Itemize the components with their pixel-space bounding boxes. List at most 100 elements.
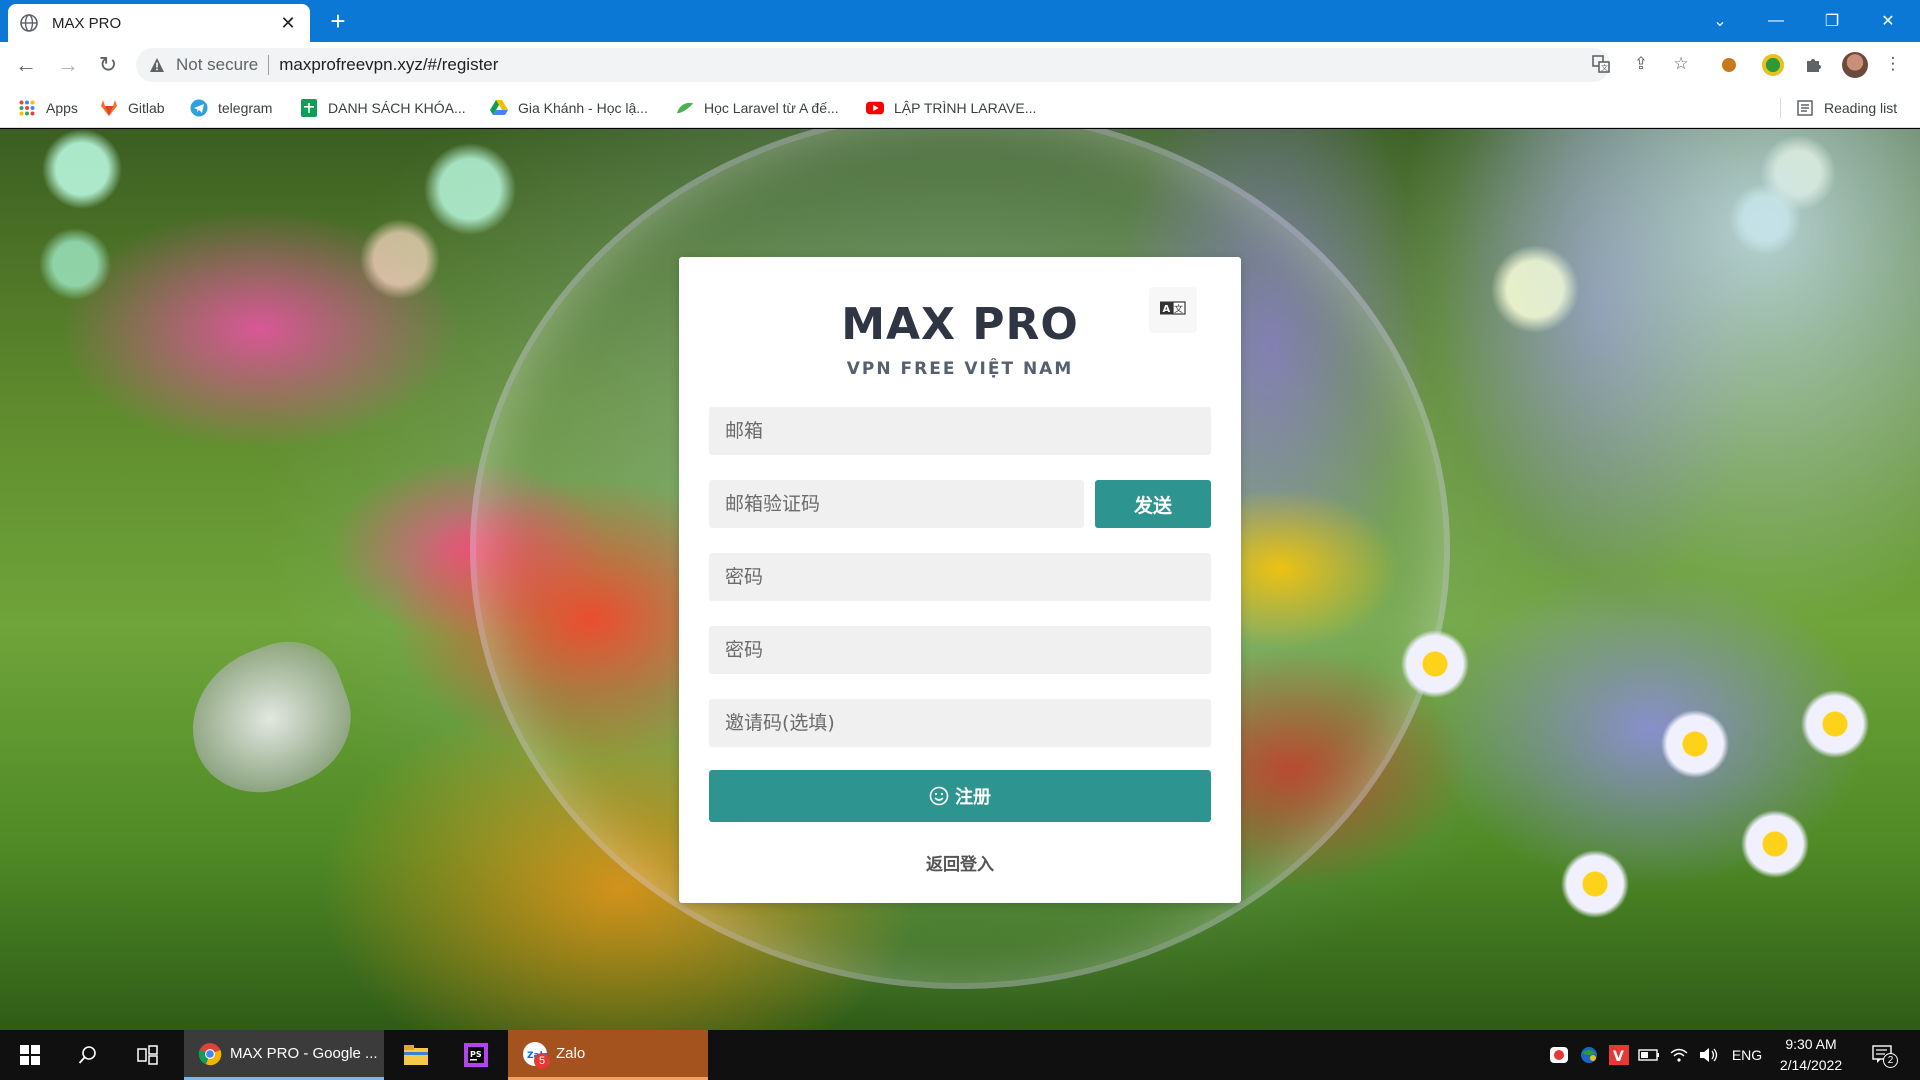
email-code-field[interactable] [709, 480, 1084, 528]
reload-button[interactable]: ↻ [94, 51, 122, 79]
background-flower [1800, 689, 1870, 759]
bookmark-gitlab[interactable]: Gitlab [100, 88, 165, 128]
start-button[interactable] [0, 1030, 60, 1080]
taskbar-zalo[interactable]: Zalo 5 Zalo [508, 1030, 708, 1080]
security-status: Not secure [176, 55, 259, 74]
phpstorm-icon: PS [464, 1043, 488, 1067]
reading-list-icon [1796, 99, 1814, 117]
extension-globe-icon[interactable] [1762, 54, 1784, 76]
forward-button[interactable]: → [54, 51, 82, 79]
tab-search-icon[interactable]: ⌄ [1692, 0, 1748, 42]
bookmark-label: LẬP TRÌNH LARAVE... [894, 100, 1037, 116]
bookmarks-bar: Apps Gitlab telegram DANH SÁCH KHÓA... G… [0, 88, 1920, 128]
address-bar[interactable]: Not secure maxprofreevpn.xyz/#/register [136, 48, 1610, 82]
clock-time: 9:30 AM [1785, 1036, 1837, 1052]
taskbar-chrome[interactable]: MAX PRO - Google ... [184, 1030, 384, 1080]
globe-icon [20, 14, 38, 32]
reading-list-label: Reading list [1824, 100, 1898, 116]
password-field[interactable] [709, 553, 1211, 601]
tray-antivirus-icon[interactable]: V [1608, 1044, 1630, 1066]
notification-icon: 2 [1872, 1045, 1898, 1068]
task-view-button[interactable] [122, 1030, 174, 1080]
chrome-icon [198, 1042, 222, 1066]
system-clock[interactable]: 9:30 AM 2/14/2022 [1766, 1034, 1856, 1076]
language-switch-button[interactable]: A 文 [1149, 287, 1197, 333]
translate-icon[interactable]: 文 [1590, 53, 1612, 75]
close-tab-icon[interactable]: ✕ [278, 13, 298, 34]
profile-avatar[interactable] [1842, 52, 1868, 78]
taskbar-app-label: Zalo [556, 1045, 586, 1062]
minimize-button[interactable]: — [1748, 0, 1804, 42]
email-field[interactable] [709, 407, 1211, 455]
volume-icon[interactable] [1698, 1044, 1720, 1066]
restore-button[interactable]: ❐ [1804, 0, 1860, 42]
bookmark-label: Gia Khánh - Học lậ... [518, 100, 648, 116]
bookmark-label: Học Laravel từ A đế... [704, 100, 839, 116]
phpstorm-button[interactable]: PS [450, 1030, 502, 1080]
telegram-icon [190, 99, 208, 117]
tray-app-icon[interactable] [1548, 1044, 1570, 1066]
invite-code-field[interactable] [709, 699, 1211, 747]
close-window-button[interactable]: ✕ [1860, 0, 1916, 42]
share-icon[interactable]: ⇪ [1630, 53, 1652, 75]
url-text[interactable]: maxprofreevpn.xyz/#/register [279, 55, 498, 75]
bookmark-label: Apps [46, 100, 78, 116]
search-button[interactable] [62, 1030, 114, 1080]
youtube-icon [866, 99, 884, 117]
notification-count-badge: 2 [1883, 1053, 1898, 1068]
register-card: MAX PRO VPN FREE VIỆT NAM A 文 发送 注册 返回登入 [679, 257, 1241, 903]
send-code-button[interactable]: 发送 [1095, 480, 1211, 528]
bookmark-hoc-laravel[interactable]: Học Laravel từ A đế... [676, 88, 839, 128]
svg-text:PS: PS [470, 1050, 482, 1059]
bookmark-label: telegram [218, 100, 273, 116]
file-explorer-button[interactable] [390, 1030, 442, 1080]
back-button[interactable]: ← [12, 51, 40, 79]
warning-icon[interactable] [148, 56, 166, 74]
browser-tab[interactable]: MAX PRO ✕ [8, 4, 310, 42]
task-view-icon [137, 1045, 158, 1065]
windows-taskbar: MAX PRO - Google ... PS Zalo 5 Zalo V EN… [0, 1030, 1920, 1080]
svg-text:文: 文 [1174, 303, 1183, 315]
reading-list-button[interactable]: Reading list [1796, 88, 1897, 128]
wifi-icon[interactable] [1668, 1044, 1690, 1066]
page-subtitle: VPN FREE VIỆT NAM [846, 359, 1074, 379]
google-sheets-icon [300, 99, 318, 117]
input-language[interactable]: ENG [1730, 1044, 1764, 1066]
extensions-puzzle-icon[interactable] [1802, 53, 1824, 75]
register-button[interactable]: 注册 [709, 770, 1211, 822]
zalo-icon: Zalo 5 [522, 1041, 550, 1069]
register-label: 注册 [955, 787, 991, 808]
google-drive-icon [490, 99, 508, 117]
bookmark-telegram[interactable]: telegram [190, 88, 272, 128]
back-to-login-link[interactable]: 返回登入 [679, 850, 1241, 875]
background-butterfly [170, 625, 370, 813]
background-flower [1740, 809, 1810, 879]
background-flower [1400, 629, 1470, 699]
bookmark-star-icon[interactable]: ☆ [1670, 53, 1692, 75]
bookmark-gia-khanh[interactable]: Gia Khánh - Học lậ... [490, 88, 648, 128]
tray-globe-icon[interactable] [1578, 1044, 1600, 1066]
bookmark-apps[interactable]: Apps [18, 88, 78, 128]
notification-center-button[interactable]: 2 [1868, 1044, 1898, 1068]
background-flower [1560, 849, 1630, 919]
taskbar-app-label: MAX PRO - Google ... [230, 1045, 378, 1062]
extension-cookie-icon[interactable] [1722, 58, 1736, 72]
confirm-password-field[interactable] [709, 626, 1211, 674]
bookmark-danh-sach[interactable]: DANH SÁCH KHÓA... [300, 88, 466, 128]
browser-toolbar: ← → ↻ Not secure maxprofreevpn.xyz/#/reg… [0, 42, 1920, 88]
gitlab-icon [100, 99, 118, 117]
menu-kebab-icon[interactable]: ⋮ [1882, 53, 1904, 75]
folder-icon [404, 1045, 428, 1065]
divider [1780, 98, 1781, 118]
svg-text:A: A [1163, 304, 1171, 315]
bookmark-lap-trinh-laravel[interactable]: LẬP TRÌNH LARAVE... [866, 88, 1036, 128]
new-tab-button[interactable]: + [324, 8, 352, 36]
tab-title: MAX PRO [52, 14, 122, 32]
leaf-icon [676, 99, 694, 117]
translate-icon: A 文 [1160, 300, 1186, 321]
bookmark-label: Gitlab [128, 100, 165, 116]
search-icon [78, 1046, 96, 1064]
smile-icon [929, 786, 949, 806]
battery-icon[interactable] [1638, 1044, 1660, 1066]
background-flower [1660, 709, 1730, 779]
